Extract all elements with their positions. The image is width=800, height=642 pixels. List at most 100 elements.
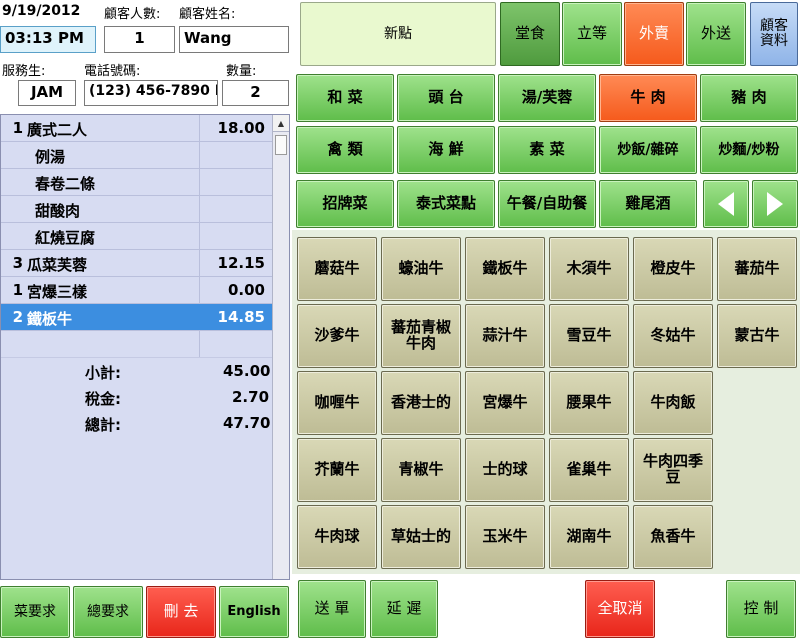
cancel-all-button[interactable]: 全取消 [585,580,655,638]
menu-item-button[interactable]: 雪豆牛 [549,304,629,368]
order-row[interactable]: 甜酸肉 [1,196,273,223]
order-row-selected[interactable]: 2 鐵板牛 14.85 [1,304,273,331]
control-button[interactable]: 控 制 [726,580,796,638]
menu-item-button[interactable]: 蒜汁牛 [465,304,545,368]
menu-item-button[interactable]: 牛肉球 [297,505,377,569]
category-button[interactable]: 湯/芙蓉 [498,74,596,122]
menu-item-button[interactable]: 士的球 [465,438,545,502]
order-row-price: 12.15 [217,254,265,272]
menu-item-button[interactable]: 牛肉飯 [633,371,713,435]
customer-info-button[interactable]: 顧客資料 [750,2,798,66]
column-divider [199,142,200,168]
category-button[interactable]: 禽 類 [296,126,394,174]
category-button[interactable]: 和 菜 [296,74,394,122]
menu-item-button[interactable]: 腰果牛 [549,371,629,435]
category-button[interactable]: 豬 肉 [700,74,798,122]
menu-item-button[interactable]: 玉米牛 [465,505,545,569]
column-divider [199,250,200,276]
tax-value: 2.70 [232,388,270,406]
order-row-qty: 2 [12,308,23,326]
menu-item-button[interactable]: 草姑士的 [381,505,461,569]
order-row-price: 0.00 [227,281,265,299]
menu-item-button[interactable]: 冬姑牛 [633,304,713,368]
subtotal-value: 45.00 [223,362,271,380]
takeout-button[interactable]: 外賣 [624,2,684,66]
menu-item-button[interactable]: 蒙古牛 [717,304,797,368]
category-button[interactable]: 雞尾酒 [599,180,697,228]
menu-item-button[interactable]: 香港士的 [381,371,461,435]
arrow-right-glyph [767,192,783,216]
guest-count-label: 顧客人數: [104,7,161,22]
order-row[interactable]: 1 廣式二人 18.00 [1,115,273,142]
order-row-qty: 1 [12,281,23,299]
order-list[interactable]: 1 廣式二人 18.00 例湯 春卷二條 甜酸肉 紅燒豆腐 3 瓜菜芙蓉 12.15 1… [0,114,290,580]
quantity-field[interactable]: 2 [222,80,289,106]
phone-label: 電話號碼: [84,64,141,79]
menu-item-button[interactable]: 牛肉四季豆 [633,438,713,502]
menu-item-button[interactable]: 蠔油牛 [381,237,461,301]
tax-label: 稅金: [85,390,121,408]
total-value: 47.70 [223,414,271,432]
order-row-name: 紅燒豆腐 [35,229,96,247]
order-row[interactable]: 例湯 [1,142,273,169]
menu-item-button[interactable]: 魚香牛 [633,505,713,569]
scroll-thumb[interactable] [275,135,287,155]
menu-item-button[interactable]: 鐵板牛 [465,237,545,301]
order-row-name: 宮爆三樣 [27,283,88,301]
order-row[interactable]: 3 瓜菜芙蓉 12.15 [1,250,273,277]
menu-item-button[interactable]: 雀巢牛 [549,438,629,502]
dish-request-button[interactable]: 菜要求 [0,586,70,638]
menu-item-button[interactable]: 橙皮牛 [633,237,713,301]
menu-item-button[interactable]: 咖喱牛 [297,371,377,435]
order-row-qty: 3 [12,254,23,272]
new-order-button[interactable]: 新點 [300,2,496,66]
order-row-name: 鐵板牛 [27,310,73,328]
category-button[interactable]: 泰式菜點 [397,180,495,228]
order-row[interactable]: 1 宮爆三樣 0.00 [1,277,273,304]
stand-by-button[interactable]: 立等 [562,2,622,66]
quantity-label: 數量: [226,64,257,79]
column-divider [199,277,200,303]
general-request-button[interactable]: 總要求 [73,586,143,638]
customer-name-field[interactable]: Wang [179,26,289,53]
order-date: 9/19/2012 [2,3,81,19]
menu-item-button[interactable]: 蕃茄牛 [717,237,797,301]
subtotal-label: 小計: [85,364,121,382]
order-row-price: 18.00 [217,119,265,137]
category-button[interactable]: 海 鮮 [397,126,495,174]
arrow-left-icon[interactable] [703,180,749,228]
menu-item-button[interactable]: 芥蘭牛 [297,438,377,502]
dine-in-button[interactable]: 堂食 [500,2,560,66]
send-order-button[interactable]: 送 單 [298,580,366,638]
category-button-active[interactable]: 牛 肉 [599,74,697,122]
arrow-right-icon[interactable] [752,180,798,228]
category-button[interactable]: 素 菜 [498,126,596,174]
server-label: 服務生: [2,64,46,79]
menu-item-button[interactable]: 青椒牛 [381,438,461,502]
scroll-up-icon[interactable]: ▲ [273,115,289,132]
delete-button[interactable]: 刪 去 [146,586,216,638]
guest-count-field[interactable]: 1 [104,26,175,53]
menu-item-button[interactable]: 蘑菇牛 [297,237,377,301]
column-divider [199,115,200,141]
category-button[interactable]: 午餐/自助餐 [498,180,596,228]
menu-item-button[interactable]: 木須牛 [549,237,629,301]
menu-item-button[interactable]: 宮爆牛 [465,371,545,435]
menu-item-button[interactable]: 湖南牛 [549,505,629,569]
category-button[interactable]: 炒麵/炒粉 [700,126,798,174]
order-row[interactable]: 春卷二條 [1,169,273,196]
category-button[interactable]: 頭 台 [397,74,495,122]
order-row[interactable]: 紅燒豆腐 [1,223,273,250]
category-button[interactable]: 炒飯/雜碎 [599,126,697,174]
order-row-name: 廣式二人 [27,121,88,139]
delay-button[interactable]: 延 遲 [370,580,438,638]
menu-item-button[interactable]: 沙爹牛 [297,304,377,368]
category-button[interactable]: 招牌菜 [296,180,394,228]
language-button[interactable]: English [219,586,289,638]
menu-item-button[interactable]: 蕃茄青椒牛肉 [381,304,461,368]
order-row-empty[interactable] [1,331,273,358]
order-scrollbar[interactable]: ▲ [272,115,289,579]
server-field[interactable]: JAM [18,80,76,106]
delivery-button[interactable]: 外送 [686,2,746,66]
phone-field[interactable]: (123) 456-7890 E: [84,80,218,106]
